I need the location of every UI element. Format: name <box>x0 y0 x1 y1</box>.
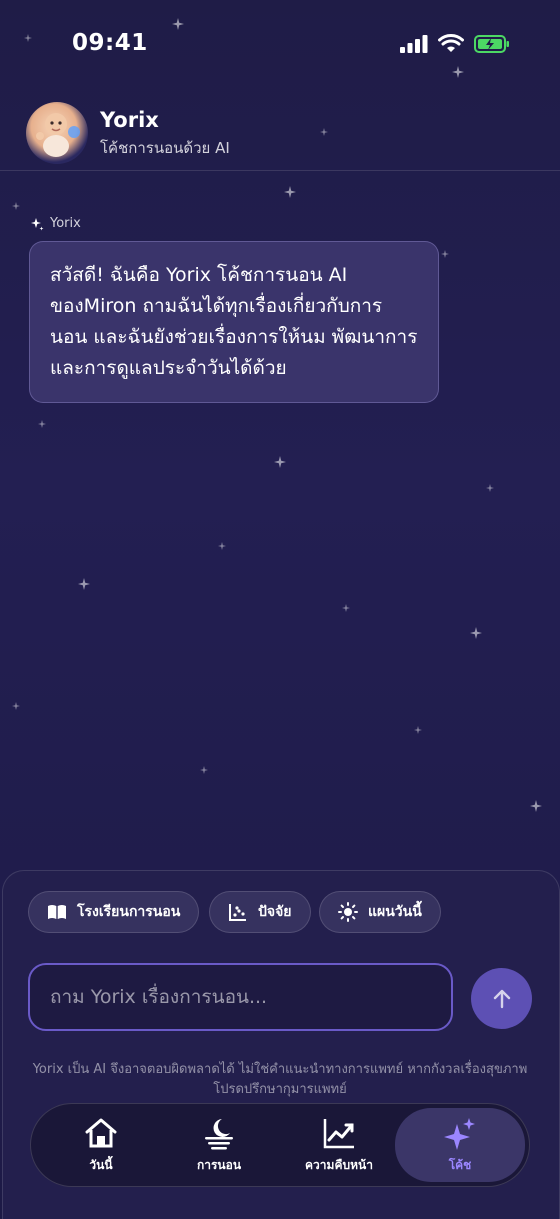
tab-sleep[interactable]: การนอน <box>159 1104 279 1186</box>
star-icon <box>342 604 350 612</box>
signal-icon <box>400 35 428 53</box>
page-title: Yorix <box>100 108 159 132</box>
chip-sleep-school[interactable]: โรงเรียนการนอน <box>28 891 200 933</box>
tab-label: ความคืบหน้า <box>305 1157 373 1172</box>
chip-today-plan[interactable]: แผนวันนี้ <box>319 891 441 933</box>
tab-label: การนอน <box>196 1157 242 1172</box>
sender-name: Yorix <box>50 216 81 231</box>
sun-icon <box>338 902 358 922</box>
star-icon <box>530 800 542 812</box>
wifi-icon <box>438 34 464 52</box>
star-icon <box>78 578 90 590</box>
avatar <box>26 102 88 164</box>
star-icon <box>200 766 208 774</box>
star-icon <box>218 542 226 550</box>
message-sender: Yorix <box>30 216 81 231</box>
star-icon <box>486 484 494 492</box>
arrow-up-icon <box>493 989 510 1008</box>
ai-disclaimer: Yorix เป็น AI จึงอาจตอบผิดพลาดได้ ไม่ใช่… <box>32 1062 528 1097</box>
tab-label: โค้ช <box>448 1157 472 1172</box>
star-icon <box>470 627 482 639</box>
tab-today[interactable]: วันนี้ <box>41 1104 161 1186</box>
sparkle-icon <box>31 217 44 230</box>
sparkle-icon <box>444 1117 475 1150</box>
moon-icon <box>205 1118 233 1149</box>
star-icon <box>12 702 20 710</box>
book-icon <box>48 905 66 919</box>
send-button[interactable] <box>471 968 532 1029</box>
home-icon <box>85 1118 117 1147</box>
chip-label: ปัจจัย <box>258 904 292 920</box>
star-icon <box>284 186 296 198</box>
tab-label: วันนี้ <box>89 1157 113 1172</box>
message-input[interactable] <box>28 963 453 1031</box>
chat-header: Yorix โค้ชการนอนด้วย AI <box>0 100 560 171</box>
status-icons <box>400 34 510 54</box>
star-icon <box>414 726 422 734</box>
scatter-icon <box>229 904 246 921</box>
tab-coach[interactable]: โค้ช <box>395 1108 525 1182</box>
star-icon <box>12 202 20 210</box>
star-icon <box>38 420 46 428</box>
battery-charging-icon <box>474 35 509 53</box>
assistant-message: สวัสดี! ฉันคือ Yorix โค้ชการนอน AI ของMi… <box>29 241 439 403</box>
page-subtitle: โค้ชการนอนด้วย AI <box>100 139 230 157</box>
status-time: 09:41 <box>72 30 148 56</box>
chip-label: แผนวันนี้ <box>368 904 422 920</box>
star-icon <box>441 250 449 258</box>
trend-icon <box>323 1118 354 1148</box>
tab-bar: วันนี้ การนอน ความคืบหน้า โค้ช <box>30 1103 530 1187</box>
tab-progress[interactable]: ความคืบหน้า <box>279 1104 399 1186</box>
star-icon <box>274 456 286 468</box>
chip-factors[interactable]: ปัจจัย <box>209 891 311 933</box>
status-bar: 09:41 <box>0 0 560 90</box>
chip-label: โรงเรียนการนอน <box>77 904 181 920</box>
